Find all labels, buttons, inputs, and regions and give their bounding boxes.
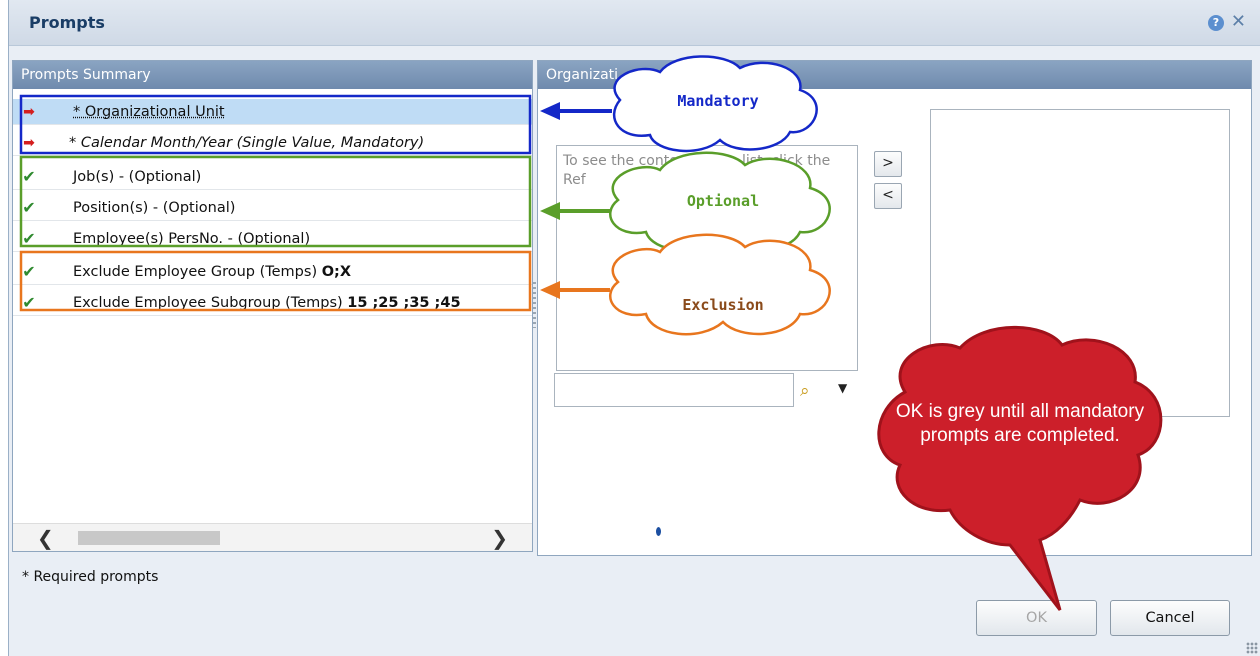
exclusion-label: Exclusion bbox=[682, 296, 764, 314]
mandatory-label: Mandatory bbox=[677, 92, 759, 110]
optional-group-box bbox=[19, 155, 532, 248]
speech-bubble-icon bbox=[877, 325, 1163, 611]
exclusion-group-box bbox=[19, 250, 532, 312]
exclusion-cloud-icon bbox=[609, 233, 831, 336]
annotation-overlay bbox=[19, 55, 1163, 611]
mandatory-arrow-icon bbox=[540, 102, 612, 120]
mandatory-group-box bbox=[19, 94, 532, 155]
optional-label: Optional bbox=[686, 192, 760, 210]
optional-arrow-icon bbox=[540, 202, 610, 220]
exclusion-arrow-icon bbox=[540, 281, 610, 299]
ok-note-text: OK is grey until all mandatory prompts a… bbox=[895, 401, 1145, 446]
